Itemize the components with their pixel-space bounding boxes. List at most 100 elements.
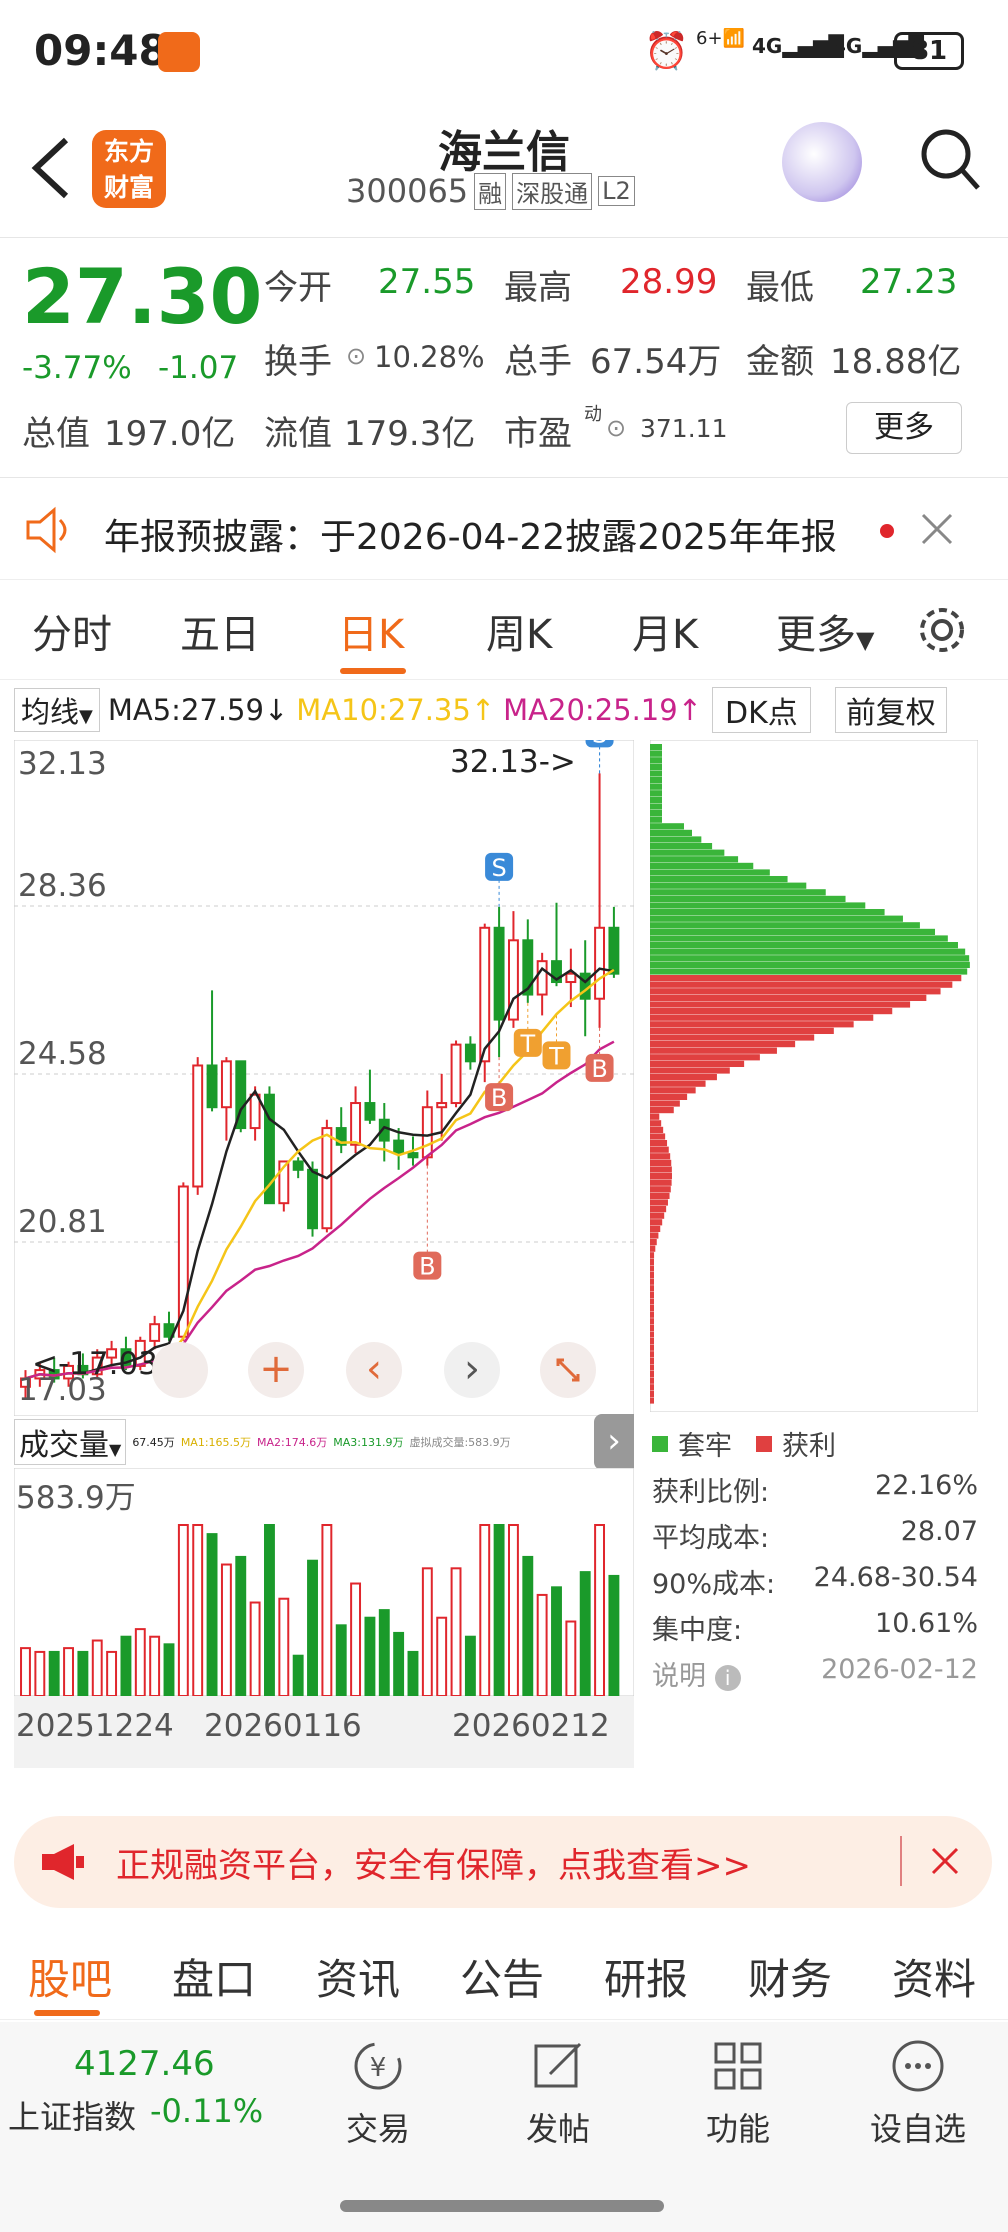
volume-bar [20, 1647, 31, 1696]
chip-bar [650, 955, 970, 962]
chip-bar [650, 968, 968, 975]
chip-bar [650, 1054, 760, 1061]
tab-more[interactable]: 更多▼ [776, 602, 874, 660]
candle [192, 1064, 204, 1188]
volume-selector[interactable]: 成交量▼ [14, 1419, 127, 1465]
tab-forum[interactable]: 股吧 [28, 1946, 112, 2007]
chip-bar [650, 1219, 663, 1226]
volume-bar [278, 1597, 290, 1696]
tab-financials[interactable]: 财务 [748, 1946, 832, 2007]
chip-bar [650, 1324, 654, 1331]
dk-button[interactable]: DK点 [712, 687, 811, 733]
chip-bar [650, 1067, 730, 1074]
volume-bar [163, 1643, 175, 1696]
close-promo-icon[interactable] [930, 1846, 960, 1876]
candle [536, 960, 548, 996]
ma10-label: MA10:27.35↑ [296, 693, 496, 727]
chip-bar [650, 744, 662, 751]
nav-functions[interactable]: 功能 [678, 2036, 798, 2150]
chip-bar [650, 902, 866, 909]
tab-intraday[interactable]: 分时 [32, 602, 112, 660]
chip-bar [650, 922, 920, 929]
tab-orderbook[interactable]: 盘口 [172, 1946, 256, 2007]
chip-bar [650, 777, 662, 784]
active-tab-indicator [340, 668, 406, 674]
tab-monthly-k[interactable]: 月K [632, 602, 698, 660]
volume-bar [134, 1628, 146, 1696]
chip-bar [650, 843, 713, 850]
volume-bar [608, 1574, 620, 1696]
index-value[interactable]: 4127.46 [74, 2044, 215, 2084]
chip-bar [650, 1390, 654, 1397]
ma-legend: 均线▼ MA5:27.59↓ MA10:27.35↑ MA20:25.19↑ D… [14, 687, 994, 733]
fullscreen-icon[interactable] [540, 1342, 596, 1398]
candle [464, 1043, 476, 1063]
tab-profile[interactable]: 资料 [892, 1946, 976, 2007]
tab-5day[interactable]: 五日 [180, 602, 260, 660]
marker-button[interactable] [152, 1342, 208, 1398]
close-notice-icon[interactable] [920, 512, 954, 546]
chip-bar [650, 823, 684, 830]
stock-header: 东方 财富 海兰信 300065 融 深股通 L2 [0, 108, 1008, 238]
chip-stat-row: 平均成本: 28.07 [652, 1516, 978, 1554]
chip-bar [650, 1192, 670, 1199]
chip-bar [650, 1159, 672, 1166]
info-icon[interactable]: ⊙ [346, 342, 366, 370]
date-tick: 20251224 [16, 1708, 174, 1744]
tab-daily-k[interactable]: 日K [338, 602, 404, 660]
chip-bar [650, 1351, 654, 1358]
open-label: 今开 [264, 268, 332, 308]
ma-selector[interactable]: 均线▼ [14, 688, 100, 732]
tab-weekly-k[interactable]: 周K [486, 602, 552, 660]
chip-bar [650, 1212, 665, 1219]
search-icon[interactable] [918, 126, 982, 196]
vol-legend-virtual: 虚拟成交量:583.9万 [409, 1436, 511, 1449]
candle [450, 1043, 462, 1105]
more-button[interactable]: 更多 [846, 402, 962, 454]
vol-legend-current: 67.45万 [132, 1436, 175, 1449]
pe-info-icon[interactable]: ⊙ [606, 414, 626, 442]
candle [407, 1152, 419, 1159]
chip-stat-row: 获利比例: 22.16% [652, 1470, 978, 1508]
nav-add-watchlist[interactable]: 设自选 [858, 2036, 978, 2150]
scroll-right-button[interactable]: › [444, 1342, 500, 1398]
scroll-left-button[interactable]: ‹ [346, 1342, 402, 1398]
tab-announcements[interactable]: 公告 [460, 1946, 544, 2007]
tab-news[interactable]: 资讯 [316, 1946, 400, 2007]
zoom-in-button[interactable]: + [248, 1342, 304, 1398]
chip-bar [650, 1034, 815, 1041]
signal-label: T [519, 1030, 535, 1058]
chip-bar [650, 816, 662, 823]
badge-l2: L2 [598, 176, 635, 206]
price-change: -1.07 [158, 350, 239, 386]
period-tabs: 分时 五日 日K 周K 月K 更多▼ [0, 580, 1008, 680]
chip-bar [650, 1377, 654, 1384]
chip-bar [650, 1338, 654, 1345]
volume-bar [120, 1635, 132, 1696]
expand-panel-button[interactable]: › [594, 1414, 634, 1470]
amount-value: 18.88亿 [830, 342, 962, 382]
settings-icon[interactable] [916, 604, 968, 656]
chip-bar [650, 1305, 654, 1312]
badge-connect: 深股通 [512, 172, 593, 210]
mktcap-value: 197.0亿 [104, 414, 236, 454]
index-name[interactable]: 上证指数 [8, 2092, 136, 2138]
notice-bar[interactable]: 年报预披露：于2026-04-22披露2025年年报 [0, 480, 1008, 580]
chip-bar [650, 796, 662, 803]
adjust-button[interactable]: 前复权 [834, 687, 947, 733]
chip-bar [650, 876, 788, 883]
volume-bar [551, 1586, 562, 1696]
chip-note-row[interactable]: 说明 i 2026-02-12 [652, 1654, 978, 1693]
chip-bar [650, 829, 692, 836]
tab-research[interactable]: 研报 [604, 1946, 688, 2007]
nav-post[interactable]: 发帖 [498, 2036, 618, 2150]
chip-distribution-chart[interactable] [650, 740, 978, 1412]
nav-trade[interactable]: ¥ 交易 [318, 2036, 438, 2150]
promo-banner[interactable]: 正规融资平台，安全有保障，点我查看>> [14, 1816, 992, 1908]
float-value: 179.3亿 [344, 414, 476, 454]
y-tick-2: 28.36 [18, 868, 107, 904]
ma20-label: MA20:25.19↑ [503, 693, 703, 727]
active-tab-indicator [34, 2010, 100, 2016]
kline-chart[interactable]: SBSTTSBB [14, 740, 634, 1416]
ai-assistant-avatar[interactable] [782, 122, 862, 202]
